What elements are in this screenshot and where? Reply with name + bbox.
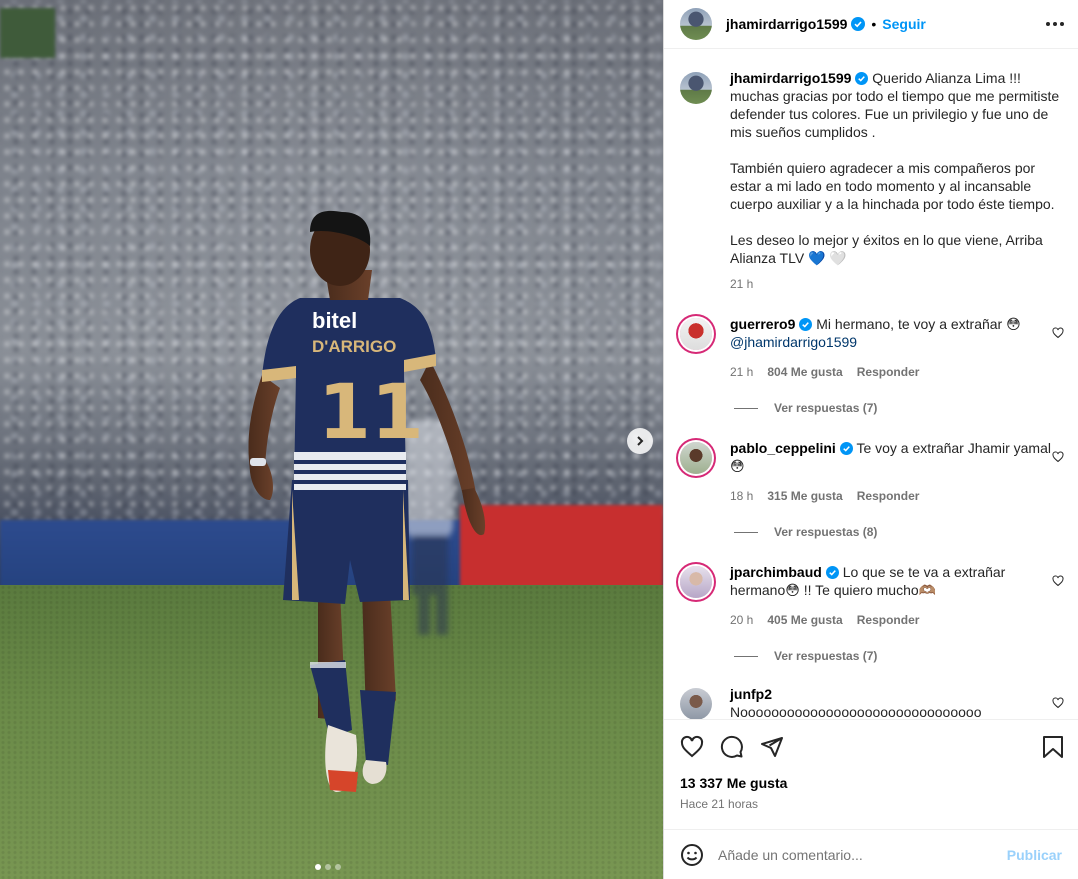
chevron-right-icon [637,436,644,446]
jersey-number: 11 [318,367,424,456]
more-icon[interactable] [1046,22,1064,26]
post-header: jhamirdarrigo1599 • Seguir [664,0,1078,49]
heart-icon[interactable] [1052,451,1064,463]
view-replies-label: Ver respuestas (7) [774,401,878,415]
bookmark-icon[interactable] [1042,735,1064,759]
view-replies-button[interactable]: Ver respuestas (7) [734,647,1064,665]
header-separator: • [871,16,877,32]
comment-likes[interactable]: 804 Me gusta [767,363,842,381]
heart-icon[interactable] [1052,697,1064,709]
carousel-dot [335,864,341,870]
comment: junfp2 Nooooooooooooooooooooooooooooooo [680,685,1064,719]
verified-icon [839,442,853,455]
author-avatar[interactable] [680,72,712,104]
comment: guerrero9 Mi hermano, te voy a extrañar … [680,315,1064,417]
comment-likes[interactable]: 405 Me gusta [767,611,842,629]
comment-mention[interactable]: @jhamirdarrigo1599 [730,334,857,350]
comment-avatar[interactable] [680,442,712,474]
emoji-icon[interactable] [680,843,704,867]
view-replies-label: Ver respuestas (7) [774,649,878,663]
verified-icon [799,318,813,331]
comment-text: Mi hermano, te voy a extrañar 😳 [816,316,1021,332]
likes-count[interactable]: 13 337 Me gusta [664,775,1078,791]
share-icon[interactable] [760,735,784,759]
heart-icon[interactable] [1052,327,1064,339]
comment-composer: Publicar [664,829,1078,879]
jersey-sponsor: bitel [312,308,357,333]
comment-time: 20 h [730,613,754,627]
comment: jparchimbaud Lo que se te va a extrañar … [680,563,1064,665]
comments-list[interactable]: jhamirdarrigo1599 Querido Alianza Lima !… [664,49,1078,719]
comment-avatar[interactable] [680,688,712,719]
view-replies-button[interactable]: Ver respuestas (7) [734,399,1064,417]
carousel-dot [315,864,321,870]
reply-button[interactable]: Responder [857,487,920,505]
player-figure: bitel D'ARRIGO 11 [248,210,486,792]
post-timestamp: Hace 21 horas [680,797,759,811]
comment-username[interactable]: jparchimbaud [730,564,822,580]
view-replies-button[interactable]: Ver respuestas (8) [734,523,1064,541]
caption-text: Querido Alianza Lima !!! muchas gracias … [730,70,1060,266]
comment-username[interactable]: guerrero9 [730,316,795,332]
post-actions [664,719,1078,773]
post-media[interactable]: bitel D'ARRIGO 11 [0,0,663,879]
comment-username[interactable]: junfp2 [730,686,772,702]
comment-icon[interactable] [720,735,744,759]
verified-icon [855,72,869,85]
post-panel: jhamirdarrigo1599 • Seguir jhamirdarrigo… [663,0,1078,879]
comment-text: Nooooooooooooooooooooooooooooooo [730,704,982,719]
comment: pablo_ceppelini Te voy a extrañar Jhamir… [680,439,1064,541]
caption-time: 21 h [730,277,754,291]
reply-button[interactable]: Responder [857,611,920,629]
publish-button[interactable]: Publicar [1007,847,1062,863]
author-username[interactable]: jhamirdarrigo1599 [726,16,847,32]
comment-time: 18 h [730,489,754,503]
comment-input[interactable] [718,846,1007,863]
comment-username[interactable]: pablo_ceppelini [730,440,836,456]
verified-icon [825,566,839,579]
caption-username[interactable]: jhamirdarrigo1599 [730,70,851,86]
heart-icon[interactable] [680,735,704,759]
next-image-button[interactable] [627,428,653,454]
view-replies-label: Ver respuestas (8) [774,525,878,539]
jersey-name: D'ARRIGO [312,337,396,356]
carousel-indicator [315,864,341,870]
heart-icon[interactable] [1052,575,1064,587]
comment-likes[interactable]: 315 Me gusta [767,487,842,505]
author-avatar[interactable] [680,8,712,40]
caption: jhamirdarrigo1599 Querido Alianza Lima !… [680,69,1064,293]
reply-button[interactable]: Responder [857,363,920,381]
comment-avatar[interactable] [680,318,712,350]
follow-button[interactable]: Seguir [882,16,926,32]
carousel-dot [325,864,331,870]
verified-icon [851,17,866,31]
comment-time: 21 h [730,365,754,379]
comment-avatar[interactable] [680,566,712,598]
